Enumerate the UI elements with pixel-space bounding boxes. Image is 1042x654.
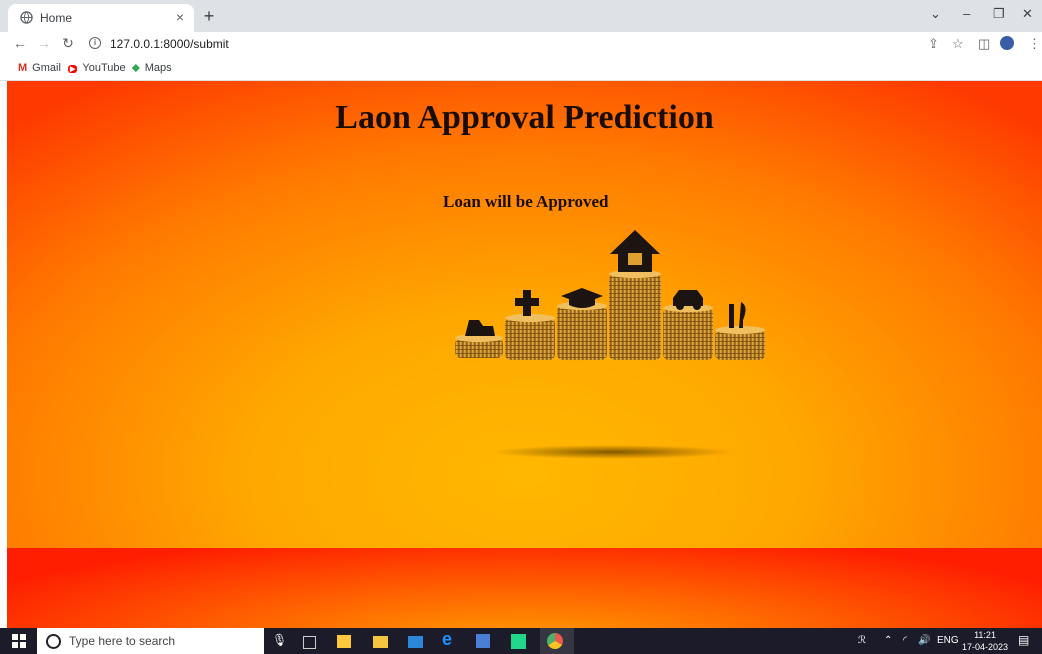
store-icon[interactable] bbox=[337, 635, 351, 648]
profile-avatar[interactable] bbox=[1000, 36, 1014, 50]
cortana-circle-icon bbox=[46, 634, 61, 649]
tab-close-icon[interactable]: × bbox=[176, 9, 184, 25]
photos-icon[interactable] bbox=[476, 634, 490, 648]
browser-toolbar: ← → ↻ i 127.0.0.1:8000/submit ⇪ ☆ ◫ ⋮ bbox=[0, 32, 1042, 58]
bookmark-star-icon[interactable]: ☆ bbox=[952, 36, 964, 52]
maps-icon: ⬥ bbox=[132, 62, 140, 74]
address-bar[interactable]: i 127.0.0.1:8000/submit bbox=[86, 34, 916, 56]
forward-arrow-icon[interactable]: → bbox=[34, 35, 54, 51]
chrome-active-highlight bbox=[540, 628, 574, 654]
people-icon[interactable]: ℛ bbox=[858, 635, 866, 646]
windows-start-icon[interactable] bbox=[12, 634, 26, 648]
search-placeholder: Type here to search bbox=[69, 634, 176, 648]
task-view-icon[interactable] bbox=[303, 636, 316, 649]
footer-band bbox=[7, 548, 1042, 628]
minimize-button[interactable]: – bbox=[963, 6, 970, 21]
notifications-icon[interactable]: ▤ bbox=[1018, 633, 1029, 647]
microphone-icon[interactable]: 🎙 bbox=[272, 633, 287, 647]
bookmark-maps[interactable]: ⬥ Maps bbox=[132, 62, 172, 75]
restore-button[interactable]: ❐ bbox=[993, 6, 1005, 22]
chevron-up-icon[interactable]: ⌃ bbox=[884, 635, 892, 646]
bookmark-gmail[interactable]: M Gmail bbox=[18, 62, 61, 74]
tab-search-dropdown-icon[interactable]: ⌄ bbox=[930, 6, 941, 22]
new-tab-button[interactable]: + bbox=[198, 5, 220, 27]
bookmarks-bar: M Gmail ▶ YouTube ⬥ Maps bbox=[0, 58, 1042, 81]
share-icon[interactable]: ⇪ bbox=[928, 36, 939, 52]
reload-icon[interactable]: ↻ bbox=[58, 35, 78, 52]
volume-icon[interactable]: 🔊 bbox=[918, 635, 930, 646]
bookmark-youtube[interactable]: ▶ YouTube bbox=[68, 62, 126, 74]
coin-stacks-illustration bbox=[455, 230, 765, 459]
back-arrow-icon[interactable]: ← bbox=[10, 35, 30, 51]
wifi-icon[interactable]: ◜ bbox=[903, 635, 907, 646]
language-indicator[interactable]: ENG bbox=[937, 635, 959, 646]
tab-home[interactable]: Home × bbox=[8, 4, 194, 32]
side-panel-icon[interactable]: ◫ bbox=[978, 36, 990, 52]
page-content: Laon Approval Prediction Loan will be Ap… bbox=[7, 81, 1042, 628]
windows-taskbar: Type here to search 🎙 e ℛ ⌃ ◜ 🔊 ENG 11:2… bbox=[0, 628, 1042, 654]
pycharm-icon[interactable] bbox=[511, 634, 526, 649]
edge-icon[interactable]: e bbox=[442, 629, 458, 649]
gmail-icon: M bbox=[18, 62, 28, 74]
menu-kebab-icon[interactable]: ⋮ bbox=[1028, 36, 1041, 52]
file-explorer-icon[interactable] bbox=[373, 636, 388, 648]
prediction-result: Loan will be Approved bbox=[443, 192, 609, 211]
clock-date: 17-04-2023 bbox=[962, 642, 1009, 652]
youtube-icon: ▶ bbox=[68, 65, 78, 73]
globe-icon bbox=[20, 11, 33, 24]
tab-title: Home bbox=[40, 11, 73, 25]
url-text: 127.0.0.1:8000/submit bbox=[110, 37, 229, 51]
taskbar-clock[interactable]: 11:21 17-04-2023 bbox=[962, 629, 1008, 653]
clock-time: 11:21 bbox=[974, 630, 996, 640]
taskbar-search-box[interactable]: Type here to search bbox=[37, 628, 264, 654]
mail-icon[interactable] bbox=[408, 636, 423, 648]
browser-tab-strip: Home × + ⌄ – ❐ ✕ bbox=[0, 0, 1042, 32]
close-window-button[interactable]: ✕ bbox=[1022, 6, 1033, 22]
page-title: Laon Approval Prediction bbox=[335, 99, 714, 136]
site-info-icon[interactable]: i bbox=[89, 37, 101, 49]
